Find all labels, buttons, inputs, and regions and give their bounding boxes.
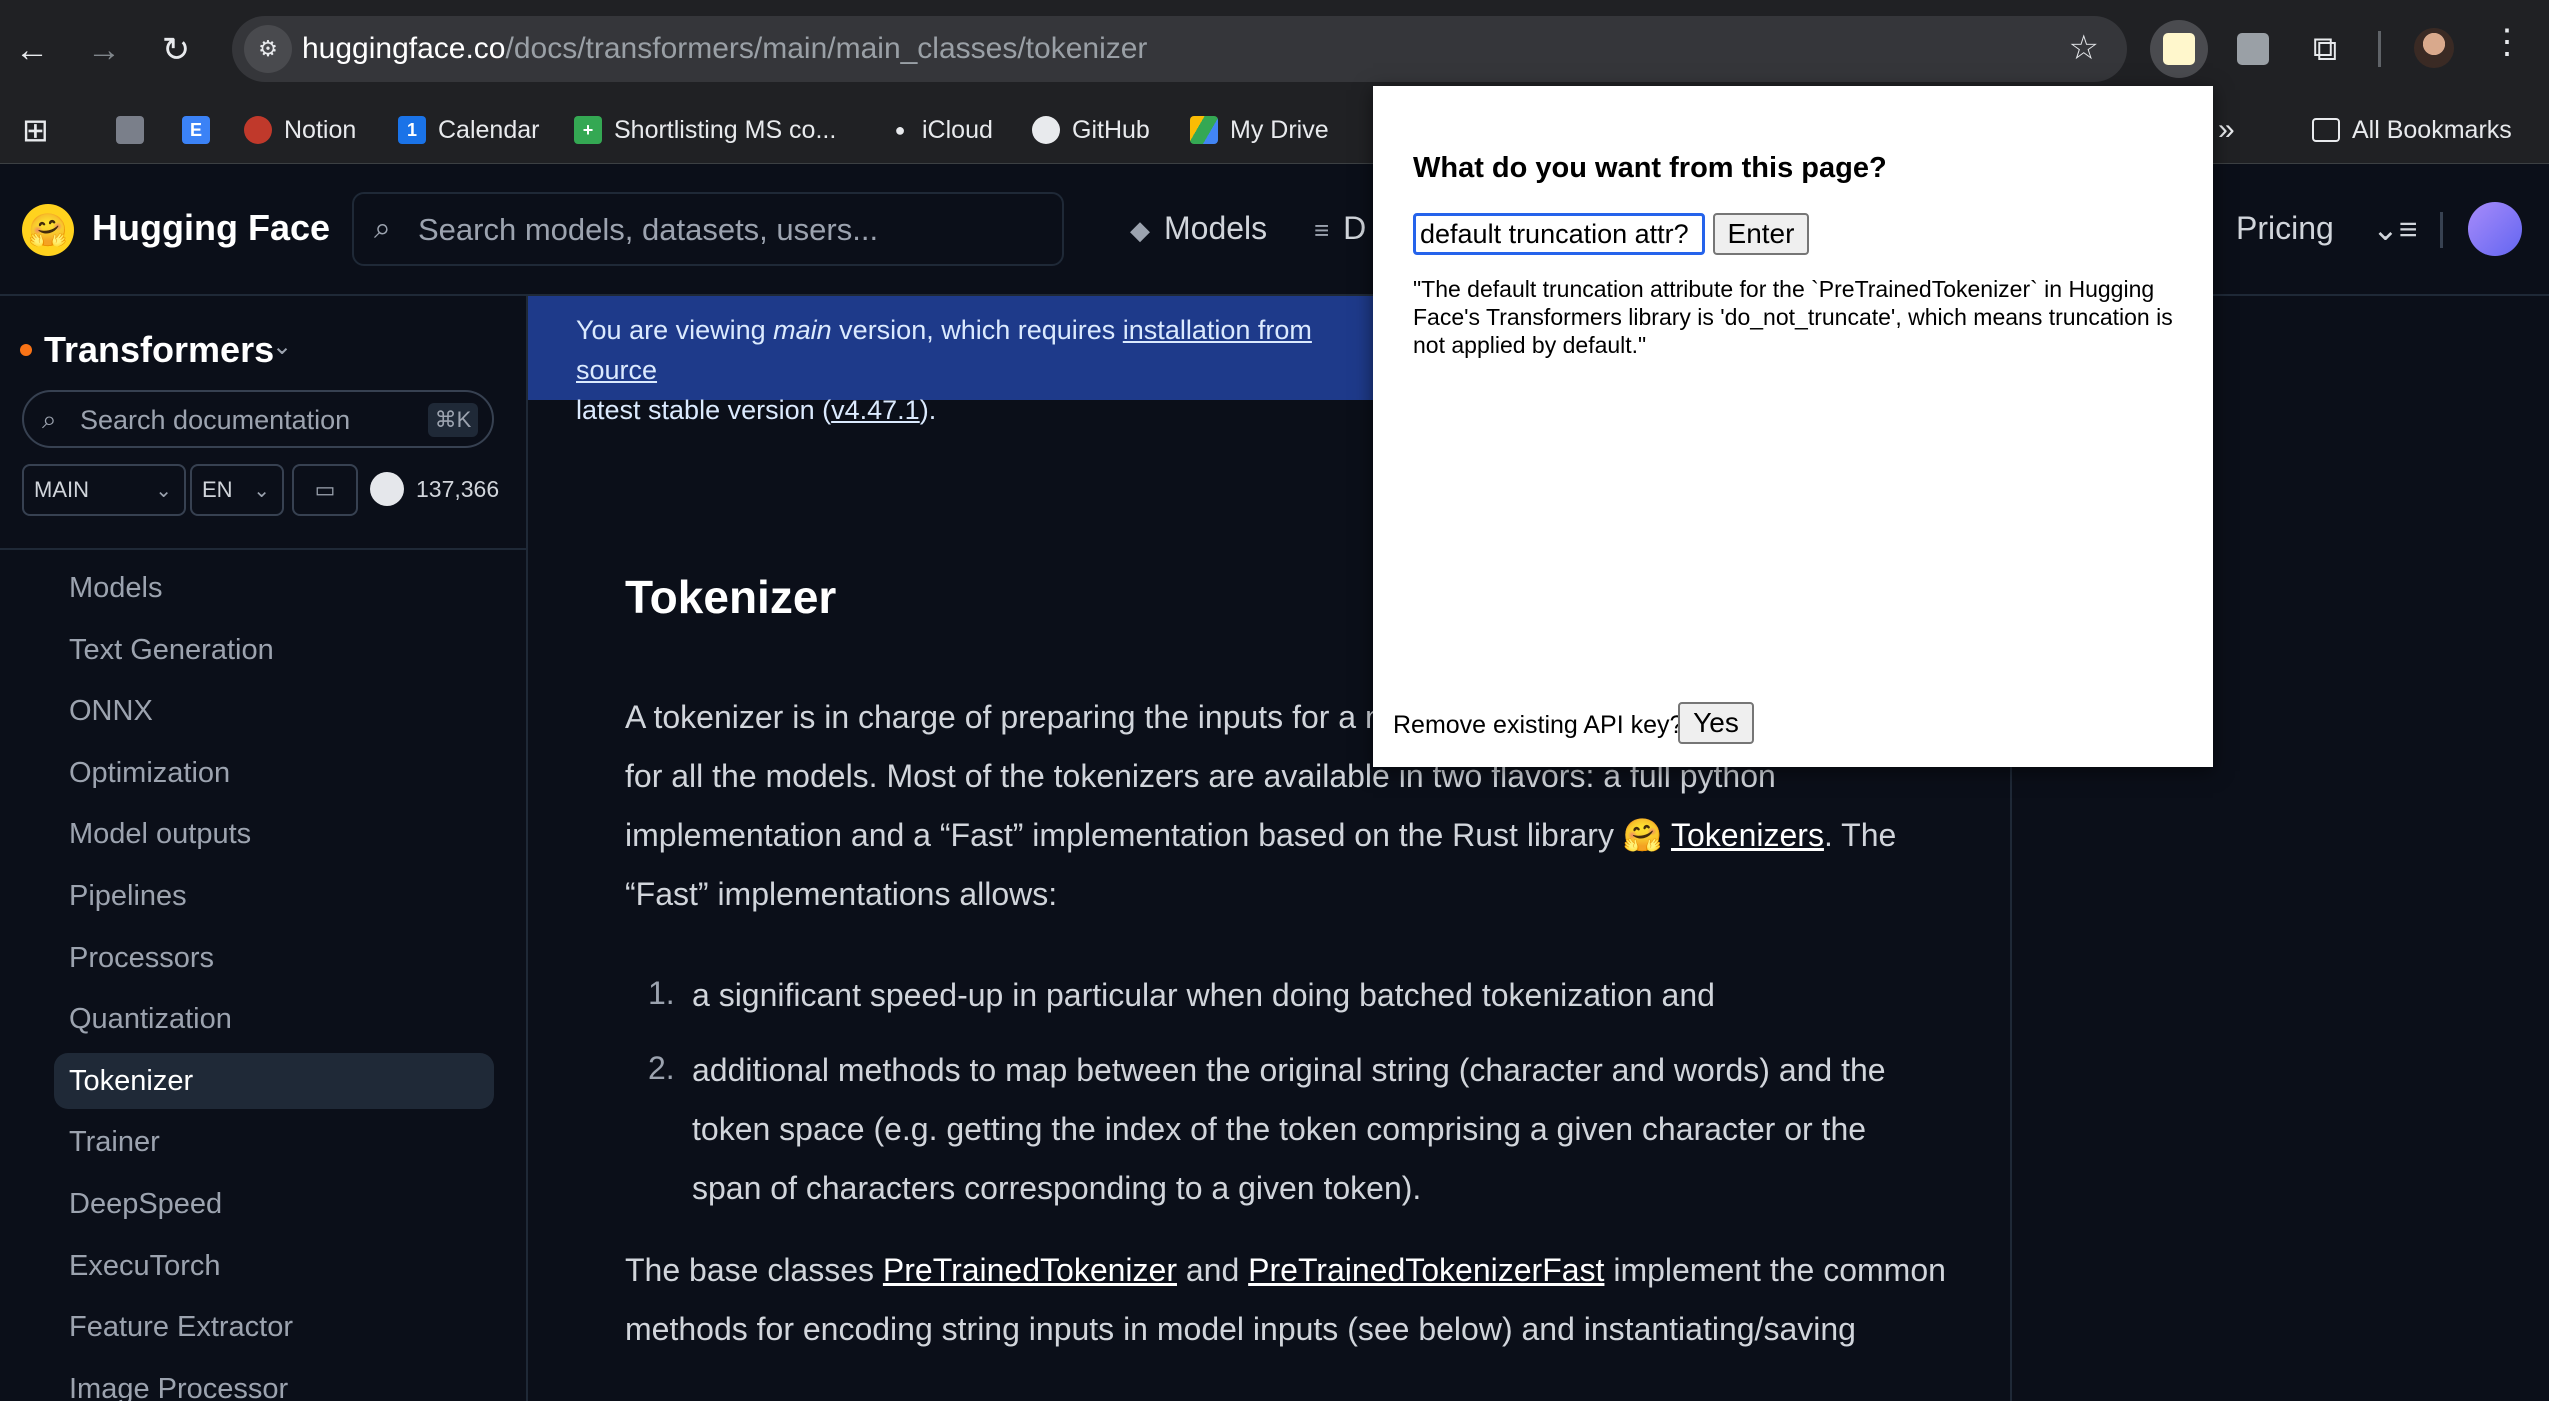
sidebar-item-text-generation[interactable]: Text Generation: [54, 622, 494, 678]
sidebar-item-model-outputs[interactable]: Model outputs: [54, 806, 494, 862]
extension-popup: What do you want from this page? Enter "…: [1373, 86, 2213, 767]
chevron-down-icon: ⌄: [253, 480, 270, 502]
site-info-icon[interactable]: ⚙: [244, 25, 292, 73]
notes-extension-icon[interactable]: [2224, 20, 2282, 78]
more-menu-icon[interactable]: ⌄≡: [2372, 210, 2417, 248]
sidebar-item-deepspeed[interactable]: DeepSpeed: [54, 1176, 494, 1232]
sidebar-item-processors[interactable]: Processors: [54, 930, 494, 986]
bookmark-my-drive[interactable]: My Drive: [1190, 108, 1329, 152]
notion-icon: [244, 116, 272, 144]
base-classes-paragraph: The base classes PreTrainedTokenizer and…: [625, 1252, 1946, 1347]
docs-sidebar: Transformers ⌄ ⌕ ⌘K MAIN⌄ EN⌄ ▭ 137,366 …: [0, 296, 528, 1401]
user-avatar[interactable]: [2468, 202, 2522, 256]
url-text[interactable]: huggingface.co/docs/transformers/main/ma…: [302, 32, 1147, 66]
all-bookmarks[interactable]: All Bookmarks: [2312, 108, 2512, 152]
profile-avatar[interactable]: [2414, 28, 2454, 68]
sidebar-item-quantization[interactable]: Quantization: [54, 991, 494, 1047]
hf-search-input[interactable]: [418, 208, 1038, 252]
library-dot: [20, 344, 32, 356]
sidebar-item-trainer[interactable]: Trainer: [54, 1114, 494, 1170]
nav-pricing[interactable]: Pricing: [2236, 210, 2334, 247]
database-icon: ≡: [1314, 215, 1330, 245]
sheets-icon: +: [574, 116, 602, 144]
github-stars-count[interactable]: 137,366: [416, 476, 499, 503]
nav-models[interactable]: ◆ Models: [1130, 210, 1267, 247]
sidebar-item-tokenizer[interactable]: Tokenizer: [54, 1053, 494, 1109]
list-number: 2.: [648, 1050, 675, 1086]
sidebar-item-image-processor[interactable]: Image Processor: [54, 1361, 494, 1401]
sidebar-item-executorch[interactable]: ExecuTorch: [54, 1238, 494, 1294]
chevron-down-icon: ⌄: [155, 480, 172, 502]
version-banner: You are viewing main version, which requ…: [528, 296, 1378, 425]
chevron-down-icon[interactable]: ⌄: [272, 332, 292, 361]
pretrained-tokenizer-fast-link[interactable]: PreTrainedTokenizerFast: [1248, 1252, 1604, 1288]
search-icon: ⌕: [374, 212, 391, 245]
language-select[interactable]: EN ⌄: [190, 464, 284, 516]
github-icon[interactable]: [370, 472, 404, 506]
forward-icon[interactable]: →: [78, 24, 130, 76]
library-title[interactable]: Transformers: [44, 329, 274, 371]
bookmark-star-icon[interactable]: ☆: [2069, 28, 2099, 68]
calendar-icon: 1: [398, 116, 426, 144]
brand-name[interactable]: Hugging Face: [92, 207, 330, 249]
bookmark-shortlisting[interactable]: + Shortlisting MS co...: [574, 108, 836, 152]
back-icon[interactable]: ←: [6, 24, 58, 76]
bookmark-github[interactable]: GitHub: [1032, 108, 1150, 152]
bookmark-icloud[interactable]: ● iCloud: [886, 108, 993, 152]
drive-icon: [1190, 116, 1218, 144]
sidebar-divider: [0, 548, 526, 550]
page-assistant-extension-icon[interactable]: [2150, 20, 2208, 78]
remove-api-key-label: Remove existing API key?: [1393, 711, 1684, 739]
sidebar-item-feature-extractor[interactable]: Feature Extractor: [54, 1299, 494, 1355]
bookmark-photo-icon[interactable]: [116, 108, 156, 152]
apps-grid-icon[interactable]: ⊞: [22, 108, 49, 152]
hugging-face-logo-icon[interactable]: 🤗: [22, 204, 74, 256]
address-bar[interactable]: ⚙ huggingface.co/docs/transformers/main/…: [232, 16, 2127, 82]
nav-datasets[interactable]: ≡ D: [1314, 210, 1366, 247]
apple-icon: ●: [894, 119, 906, 140]
page-title: Tokenizer: [625, 571, 837, 623]
list-item: a significant speed-up in particular whe…: [692, 977, 1715, 1013]
yes-button[interactable]: Yes: [1678, 702, 1754, 744]
toolbar-divider: [2378, 31, 2381, 67]
popup-question: What do you want from this page?: [1413, 152, 1887, 184]
device-toggle-icon[interactable]: ▭: [292, 464, 358, 516]
tokenizers-link[interactable]: Tokenizers: [1671, 817, 1824, 853]
extensions-puzzle-icon[interactable]: ⧉: [2296, 20, 2354, 78]
shortcut-hint: ⌘K: [428, 403, 478, 437]
bookmarks-overflow-icon[interactable]: »: [2218, 108, 2235, 152]
hf-search-box[interactable]: ⌕: [352, 192, 1064, 266]
cube-icon: ◆: [1130, 215, 1150, 245]
browser-toolbar: ← → ↻ ⚙ huggingface.co/docs/transformers…: [0, 0, 2549, 96]
popup-answer: "The default truncation attribute for th…: [1413, 276, 2173, 358]
sidebar-item-onnx[interactable]: ONNX: [54, 683, 494, 739]
docs-search-box[interactable]: ⌕ ⌘K: [22, 390, 494, 448]
sidebar-item-models[interactable]: Models: [54, 560, 494, 616]
list-item: additional methods to map between the or…: [692, 1052, 1886, 1206]
docs-search-input[interactable]: [80, 402, 410, 438]
github-icon: [1032, 116, 1060, 144]
search-icon: ⌕: [42, 404, 57, 434]
query-input[interactable]: [1413, 213, 1705, 255]
reload-icon[interactable]: ↻: [150, 24, 202, 76]
header-divider: [2440, 212, 2443, 248]
sidebar-item-pipelines[interactable]: Pipelines: [54, 868, 494, 924]
bookmark-e-icon[interactable]: E: [182, 108, 222, 152]
sidebar-item-optimization[interactable]: Optimization: [54, 745, 494, 801]
pretrained-tokenizer-link[interactable]: PreTrainedTokenizer: [883, 1252, 1177, 1288]
version-select[interactable]: MAIN ⌄: [22, 464, 186, 516]
browser-menu-icon[interactable]: ⋮: [2490, 22, 2524, 62]
bookmark-calendar[interactable]: 1 Calendar: [398, 108, 539, 152]
bookmark-notion[interactable]: Notion: [244, 108, 356, 152]
enter-button[interactable]: Enter: [1713, 213, 1809, 255]
list-number: 1.: [648, 975, 675, 1011]
folder-icon: [2312, 118, 2340, 142]
